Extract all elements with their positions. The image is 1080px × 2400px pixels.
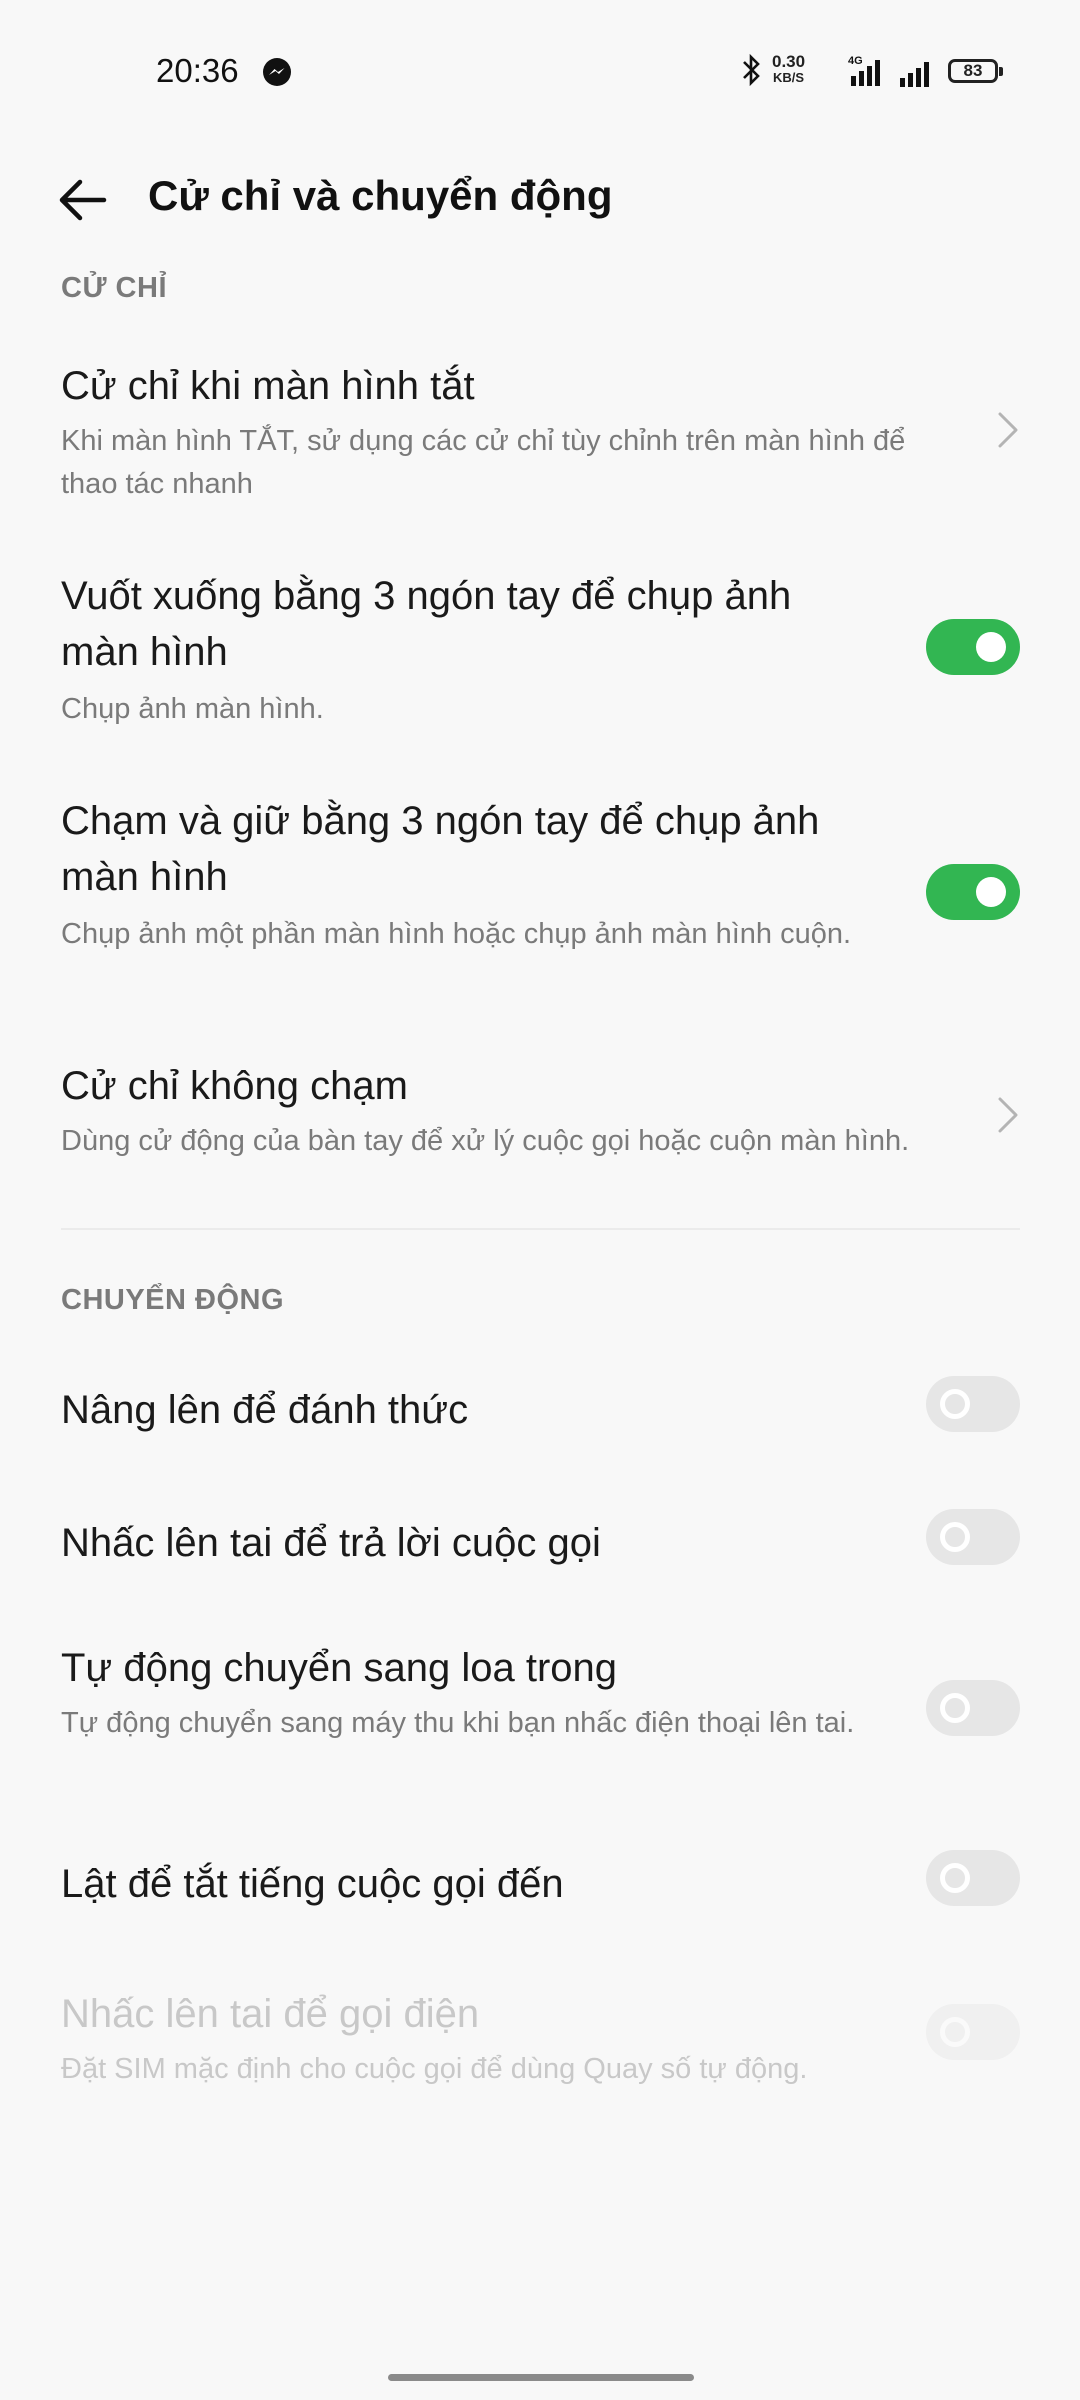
raise-to-answer-item[interactable]: Nhấc lên tai để trả lời cuộc gọi [0,1503,1080,1603]
toggle-knob [940,1863,970,1893]
three-finger-hold-toggle[interactable] [926,864,1020,920]
raise-to-call-item: Nhấc lên tai để gọi điện Đặt SIM mặc địn… [0,1978,1080,2098]
auto-switch-earpiece-item[interactable]: Tự động chuyển sang loa trong Tự động ch… [0,1632,1080,1792]
item-title: Cử chỉ không chạm [61,1064,408,1108]
flip-to-mute-item[interactable]: Lật để tắt tiếng cuộc gọi đến [0,1844,1080,1944]
app-header: Cử chỉ và chuyển động [0,150,1080,250]
item-title: Nhấc lên tai để gọi điện [61,1992,480,2036]
chevron-right-icon [998,1097,1018,1133]
toggle-knob [940,1389,970,1419]
toggle-knob [940,1522,970,1552]
network-type-label: 4G [848,55,863,67]
section-header-motion: CHUYỂN ĐỘNG [61,1284,285,1316]
touchless-gesture-item[interactable]: Cử chỉ không chạm Dùng cử động của bàn t… [0,1050,1080,1180]
raise-to-wake-toggle[interactable] [926,1376,1020,1432]
item-title: Lật để tắt tiếng cuộc gọi đến [61,1862,564,1906]
status-bar: 20:36 0.30 KB/S 4G 83 [0,0,1080,140]
item-title: Nhấc lên tai để trả lời cuộc gọi [61,1521,601,1565]
item-title: Chạm và giữ bằng 3 ngón tay để chụp ảnh … [61,799,820,899]
item-subtitle: Chụp ảnh màn hình. [61,693,324,725]
three-finger-hold-screenshot-item[interactable]: Chạm và giữ bằng 3 ngón tay để chụp ảnh … [0,785,1080,1000]
toggle-knob [976,877,1006,907]
arrow-left-icon [59,179,107,221]
three-finger-swipe-screenshot-item[interactable]: Vuốt xuống bằng 3 ngón tay để chụp ảnh m… [0,560,1080,735]
auto-switch-earpiece-toggle[interactable] [926,1680,1020,1736]
battery-icon: 83 [948,59,1003,83]
toggle-knob [940,1693,970,1723]
section-header-gestures: CỬ CHỈ [61,272,168,304]
item-title: Tự động chuyển sang loa trong [61,1646,618,1690]
item-title: Nâng lên để đánh thức [61,1388,469,1432]
toggle-knob [976,632,1006,662]
network-speed: 0.30 KB/S [772,52,806,86]
status-time: 20:36 [156,52,239,89]
item-subtitle: Chụp ảnh một phần màn hình hoặc chụp ảnh… [61,918,852,950]
network-speed-unit: KB/S [773,70,805,85]
item-subtitle: Khi màn hình TẮT, sử dụng các cử chỉ tùy… [61,425,906,500]
item-subtitle: Tự động chuyển sang máy thu khi bạn nhấc… [61,1707,855,1739]
chevron-right-icon [998,412,1018,448]
status-icons: 0.30 KB/S 4G 83 [740,46,1080,96]
section-divider [61,1228,1020,1230]
item-subtitle: Đặt SIM mặc định cho cuộc gọi để dùng Qu… [61,2053,808,2085]
navigation-handle[interactable] [388,2374,694,2381]
raise-to-answer-toggle[interactable] [926,1509,1020,1565]
three-finger-swipe-toggle[interactable] [926,619,1020,675]
signal-icon-2 [900,62,929,87]
raise-to-call-toggle [926,2004,1020,2060]
toggle-knob [940,2017,970,2047]
item-subtitle: Dùng cử động của bàn tay để xử lý cuộc g… [61,1125,910,1157]
gesture-screen-off-item[interactable]: Cử chỉ khi màn hình tắt Khi màn hình TẮT… [0,350,1080,515]
item-title: Cử chỉ khi màn hình tắt [61,364,475,408]
raise-to-wake-item[interactable]: Nâng lên để đánh thức [0,1370,1080,1470]
messenger-icon [263,58,291,86]
network-speed-value: 0.30 [772,52,806,71]
flip-to-mute-toggle[interactable] [926,1850,1020,1906]
signal-icon: 4G [848,55,880,86]
bluetooth-icon [743,53,760,87]
page-title: Cử chỉ và chuyển động [148,172,613,219]
back-button[interactable] [52,170,112,230]
item-title: Vuốt xuống bằng 3 ngón tay để chụp ảnh m… [61,574,792,674]
